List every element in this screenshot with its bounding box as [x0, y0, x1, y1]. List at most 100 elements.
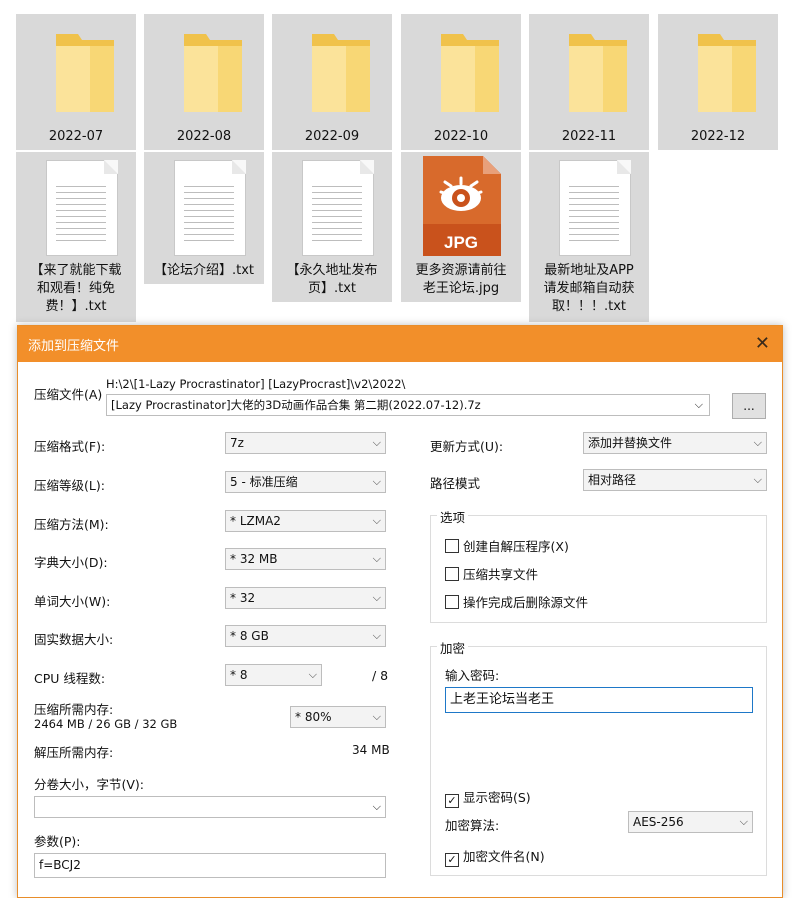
file-name-line: 【来了就能下载 — [30, 263, 122, 278]
archive-name-value: [Lazy Procrastinator]大佬的3D动画作品合集 第二期(202… — [111, 398, 481, 412]
path-mode-label: 路径模式 — [430, 476, 481, 491]
dict-select[interactable]: * 32 MB ⌵ — [225, 548, 386, 570]
decomp-value: 34 MB — [352, 743, 390, 757]
cpu-label: CPU 线程数: — [34, 671, 106, 686]
algorithm-label: 加密算法: — [445, 818, 500, 833]
folder-name: 2022-10 — [433, 129, 489, 144]
checkbox-box[interactable] — [445, 595, 459, 609]
word-label: 单词大小(W): — [34, 594, 111, 609]
password-label: 输入密码: — [445, 668, 500, 683]
chevron-down-icon: ⌵ — [372, 591, 381, 604]
checkbox-box[interactable] — [445, 567, 459, 581]
folder-icon — [441, 34, 499, 112]
file-name-line: 取！！！.txt — [551, 299, 627, 314]
options-group: 选项 创建自解压程序(X) 压缩共享文件 操作完成后删除源文件 — [430, 507, 767, 623]
update-select[interactable]: 添加并替换文件 ⌵ — [583, 432, 767, 454]
folder-item[interactable]: 2022-07 — [16, 14, 136, 150]
mem-select[interactable]: * 80% ⌵ — [290, 706, 386, 728]
checkbox-box[interactable] — [445, 539, 459, 553]
split-combo[interactable]: ⌵ — [34, 796, 386, 818]
file-name-line: 请发邮箱自动获 — [543, 281, 635, 296]
delete-after-checkbox[interactable]: 操作完成后删除源文件 — [445, 592, 588, 611]
archive-path: H:\2\[1-Lazy Procrastinator] [LazyProcra… — [106, 377, 406, 391]
params-label: 参数(P): — [34, 834, 81, 849]
update-label: 更新方式(U): — [430, 439, 504, 454]
folder-item[interactable]: 2022-10 — [401, 14, 521, 150]
dict-value: * 32 MB — [230, 552, 278, 566]
folder-name: 2022-11 — [561, 129, 617, 144]
file-item[interactable]: 【论坛介绍】.txt — [144, 152, 264, 284]
solid-select[interactable]: * 8 GB ⌵ — [225, 625, 386, 647]
level-select[interactable]: 5 - 标准压缩 ⌵ — [225, 471, 386, 493]
chevron-down-icon: ⌵ — [372, 629, 381, 642]
check-icon[interactable]: ✓ — [445, 853, 459, 867]
text-file-icon — [46, 160, 118, 256]
delete-after-label: 操作完成后删除源文件 — [463, 595, 589, 610]
shared-label: 压缩共享文件 — [463, 567, 539, 582]
folder-item[interactable]: 2022-12 — [658, 14, 778, 150]
file-item[interactable]: JPG 更多资源请前往 老王论坛.jpg — [401, 152, 521, 302]
chevron-down-icon: ⌵ — [372, 436, 381, 449]
encrypt-names-label: 加密文件名(N) — [463, 849, 545, 864]
path-mode-select[interactable]: 相对路径 ⌵ — [583, 469, 767, 491]
chevron-down-icon: ⌵ — [372, 514, 381, 527]
shared-checkbox[interactable]: 压缩共享文件 — [445, 564, 538, 583]
algorithm-select[interactable]: AES-256 ⌵ — [628, 811, 753, 833]
chevron-down-icon: ⌵ — [739, 815, 748, 828]
format-value: 7z — [230, 436, 244, 450]
folder-name: 2022-12 — [690, 129, 746, 144]
jpg-file-icon: JPG — [423, 156, 501, 256]
folder-icon — [698, 34, 756, 112]
file-item[interactable]: 最新地址及APP 请发邮箱自动获 取！！！.txt — [529, 152, 649, 322]
method-value: * LZMA2 — [230, 514, 281, 528]
dialog-title: 添加到压缩文件 — [28, 339, 120, 354]
check-icon[interactable]: ✓ — [445, 794, 459, 808]
folder-item[interactable]: 2022-08 — [144, 14, 264, 150]
text-file-icon — [174, 160, 246, 256]
params-input[interactable]: f=BCJ2 — [34, 853, 386, 878]
sfx-checkbox[interactable]: 创建自解压程序(X) — [445, 536, 569, 555]
format-select[interactable]: 7z ⌵ — [225, 432, 386, 454]
level-label: 压缩等级(L): — [34, 478, 105, 493]
encrypt-names-checkbox[interactable]: ✓ 加密文件名(N) — [445, 846, 545, 867]
file-name-line: 【永久地址发布 — [286, 263, 378, 278]
algorithm-value: AES-256 — [633, 815, 684, 829]
chevron-down-icon[interactable]: ⌵ — [373, 797, 381, 817]
chevron-down-icon[interactable]: ⌵ — [695, 395, 703, 415]
dict-label: 字典大小(D): — [34, 555, 108, 570]
file-name-line: 更多资源请前往 — [415, 263, 507, 278]
method-label: 压缩方法(M): — [34, 517, 109, 532]
folder-icon — [56, 34, 114, 112]
text-file-icon — [559, 160, 631, 256]
folder-item[interactable]: 2022-11 — [529, 14, 649, 150]
chevron-down-icon: ⌵ — [372, 552, 381, 565]
folder-name: 2022-08 — [176, 129, 232, 144]
show-password-label: 显示密码(S) — [463, 790, 531, 805]
solid-label: 固实数据大小: — [34, 632, 114, 647]
word-select[interactable]: * 32 ⌵ — [225, 587, 386, 609]
word-value: * 32 — [230, 591, 256, 605]
show-password-checkbox[interactable]: ✓ 显示密码(S) — [445, 787, 531, 808]
file-item[interactable]: 【永久地址发布 页】.txt — [272, 152, 392, 302]
solid-value: * 8 GB — [230, 629, 269, 643]
folder-item[interactable]: 2022-09 — [272, 14, 392, 150]
chevron-down-icon: ⌵ — [372, 710, 381, 723]
folder-name: 2022-09 — [304, 129, 360, 144]
browse-button[interactable]: ... — [732, 393, 766, 419]
dialog-titlebar[interactable]: 添加到压缩文件 ✕ — [18, 326, 782, 362]
method-select[interactable]: * LZMA2 ⌵ — [225, 510, 386, 532]
folder-icon — [312, 34, 370, 112]
folder-name: 2022-07 — [48, 129, 104, 144]
decomp-label: 解压所需内存: — [34, 745, 114, 760]
encryption-group: 加密 输入密码: 上老王论坛当老王 ✓ 显示密码(S) 加密算法: AES-256… — [430, 638, 767, 876]
archive-name-combo[interactable]: [Lazy Procrastinator]大佬的3D动画作品合集 第二期(202… — [106, 394, 710, 416]
split-label: 分卷大小，字节(V): — [34, 777, 145, 792]
file-name-line: 页】.txt — [307, 281, 357, 296]
cpu-select[interactable]: * 8 ⌵ — [225, 664, 322, 686]
file-item[interactable]: 【来了就能下载 和观看！纯免 费！】.txt — [16, 152, 136, 322]
close-icon[interactable]: ✕ — [755, 333, 770, 354]
path-mode-value: 相对路径 — [588, 473, 637, 487]
archive-label: 压缩文件(A) — [34, 387, 103, 402]
password-input[interactable]: 上老王论坛当老王 — [445, 687, 753, 713]
sfx-label: 创建自解压程序(X) — [463, 539, 569, 554]
